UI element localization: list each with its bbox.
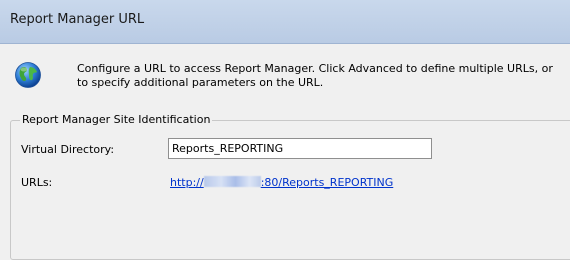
url-prefix: http:// xyxy=(170,176,204,189)
redacted-hostname xyxy=(203,176,261,187)
report-manager-url-link[interactable]: http:// :80/Reports_REPORTING xyxy=(170,176,393,189)
site-identification-legend: Report Manager Site Identification xyxy=(20,113,213,126)
url-suffix: :80/Reports_REPORTING xyxy=(260,176,394,189)
page-title: Report Manager URL xyxy=(10,12,145,27)
intro-description: Configure a URL to access Report Manager… xyxy=(77,62,553,89)
globe-icon xyxy=(15,62,41,88)
urls-label: URLs: xyxy=(21,176,53,189)
virtual-directory-label: Virtual Directory: xyxy=(21,143,115,156)
page-header: Report Manager URL xyxy=(0,0,570,44)
virtual-directory-input[interactable] xyxy=(168,138,432,159)
